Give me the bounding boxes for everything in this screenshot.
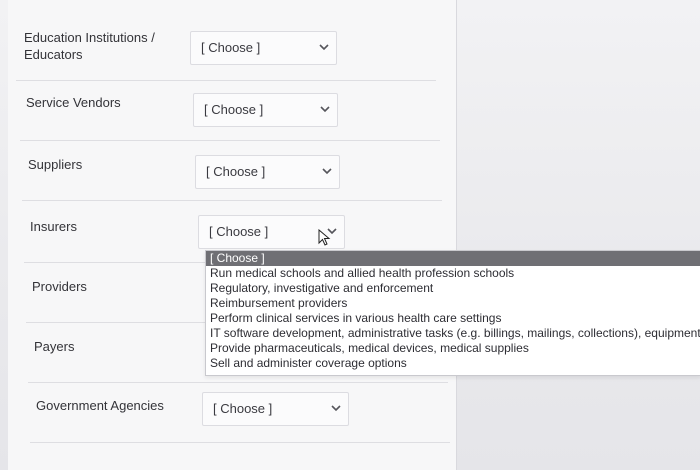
dropdown-option[interactable]: Reimbursement providers xyxy=(206,296,700,311)
dropdown-option[interactable]: IT software development, administrative … xyxy=(206,326,700,341)
select-value: [ Choose ] xyxy=(206,164,266,179)
select-value: [ Choose ] xyxy=(209,224,269,239)
row-label-government-agencies: Government Agencies xyxy=(36,398,164,413)
dropdown-option[interactable]: Perform clinical services in various hea… xyxy=(206,311,700,326)
row-label-suppliers: Suppliers xyxy=(28,157,83,172)
dropdown-option[interactable]: Run medical schools and allied health pr… xyxy=(206,266,700,281)
chevron-down-icon xyxy=(331,405,341,412)
row-divider xyxy=(28,382,448,383)
chevron-down-icon xyxy=(320,106,330,113)
chevron-down-icon xyxy=(322,168,332,175)
dropdown-option[interactable]: Sell and administer coverage options xyxy=(206,356,700,371)
row-divider xyxy=(16,80,436,81)
select-government-agencies[interactable]: [ Choose ] xyxy=(202,392,349,426)
select-value: [ Choose ] xyxy=(201,40,261,55)
select-value: [ Choose ] xyxy=(213,401,273,416)
mouse-pointer-icon xyxy=(318,229,331,246)
row-label-providers: Providers xyxy=(32,279,87,294)
insurers-dropdown-list[interactable]: [ Choose ] Run medical schools and allie… xyxy=(205,250,700,376)
matching-question-screen: Education Institutions / Educators [ Cho… xyxy=(0,0,700,470)
row-label-education: Education Institutions / Educators xyxy=(24,30,155,62)
row-divider xyxy=(30,442,450,443)
row-label-insurers: Insurers xyxy=(30,219,77,234)
question-panel: Education Institutions / Educators [ Cho… xyxy=(8,0,457,470)
row-label-service-vendors: Service Vendors xyxy=(26,95,121,110)
row-label-payers: Payers xyxy=(34,339,75,354)
dropdown-option-choose[interactable]: [ Choose ] xyxy=(206,251,700,266)
dropdown-option[interactable]: Regulatory, investigative and enforcemen… xyxy=(206,281,700,296)
chevron-down-icon xyxy=(319,44,329,51)
select-value: [ Choose ] xyxy=(204,102,264,117)
row-divider xyxy=(22,200,442,201)
select-suppliers[interactable]: [ Choose ] xyxy=(195,155,340,189)
select-education[interactable]: [ Choose ] xyxy=(190,31,337,65)
row-divider xyxy=(20,140,440,141)
dropdown-option[interactable]: Provide pharmaceuticals, medical devices… xyxy=(206,341,700,356)
select-service-vendors[interactable]: [ Choose ] xyxy=(193,93,338,127)
